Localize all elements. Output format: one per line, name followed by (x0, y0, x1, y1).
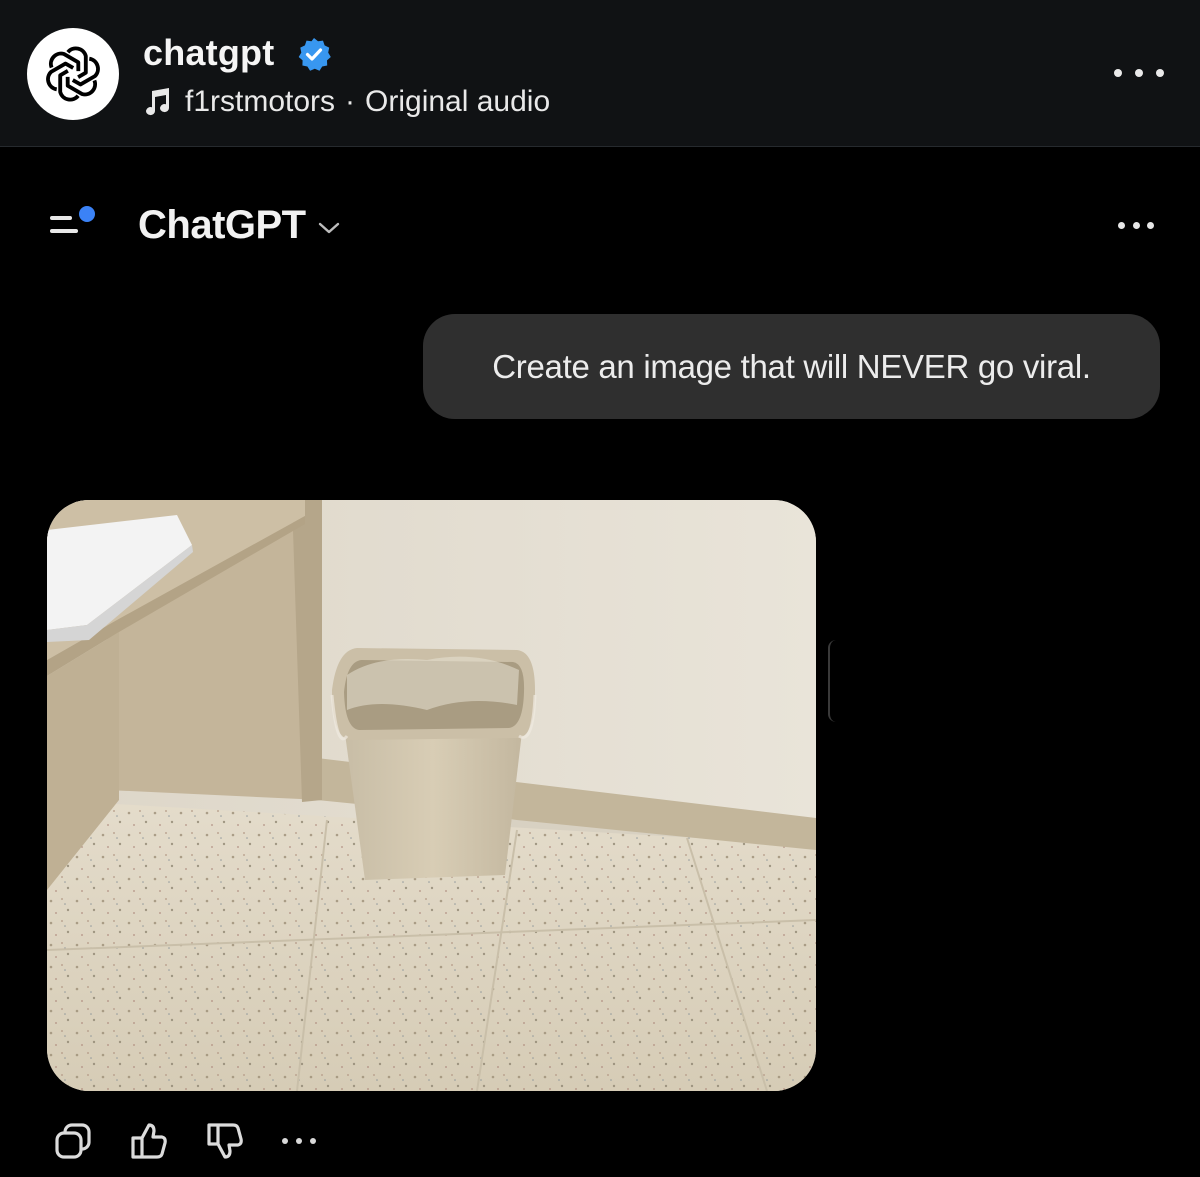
audio-title: Original audio (365, 85, 551, 118)
thumbs-up-icon (131, 1123, 167, 1159)
audio-author: f1rstmotors (185, 85, 336, 118)
trash-can-photo (47, 500, 816, 1091)
audio-separator: · (345, 85, 356, 118)
chat-more-button[interactable] (1118, 219, 1154, 231)
user-message-text: Create an image that will NEVER go viral… (492, 347, 1091, 385)
avatar[interactable] (27, 28, 119, 120)
more-icon (282, 1138, 288, 1144)
chevron-down-icon (318, 222, 339, 234)
message-more-button[interactable] (282, 1136, 316, 1146)
more-icon (1118, 221, 1125, 229)
verified-badge-icon (298, 38, 331, 71)
chat-top-bar: ChatGPT (0, 190, 1200, 260)
post-more-button[interactable] (1114, 60, 1164, 86)
openai-logo-icon (42, 46, 104, 102)
music-note-icon (146, 88, 170, 116)
thumbs-up-button[interactable] (126, 1118, 172, 1164)
thumbs-down-button[interactable] (202, 1118, 248, 1164)
message-actions (50, 1118, 316, 1164)
more-icon (1114, 69, 1122, 77)
account-name[interactable]: chatgpt (143, 32, 274, 74)
copy-button[interactable] (50, 1118, 96, 1164)
audio-attribution[interactable]: f1rstmotors · Original audio (143, 84, 550, 120)
copy-icon (55, 1123, 91, 1159)
thumbs-down-icon (207, 1123, 243, 1159)
scroll-edge-indicator (828, 640, 836, 722)
generated-image[interactable] (47, 500, 816, 1091)
user-message-bubble: Create an image that will NEVER go viral… (423, 314, 1160, 419)
sidebar-menu-icon[interactable] (48, 204, 98, 244)
post-header: chatgpt f1rstmotors · Original audio (0, 0, 1200, 147)
model-selector[interactable]: ChatGPT (138, 202, 340, 248)
model-name: ChatGPT (138, 202, 306, 247)
